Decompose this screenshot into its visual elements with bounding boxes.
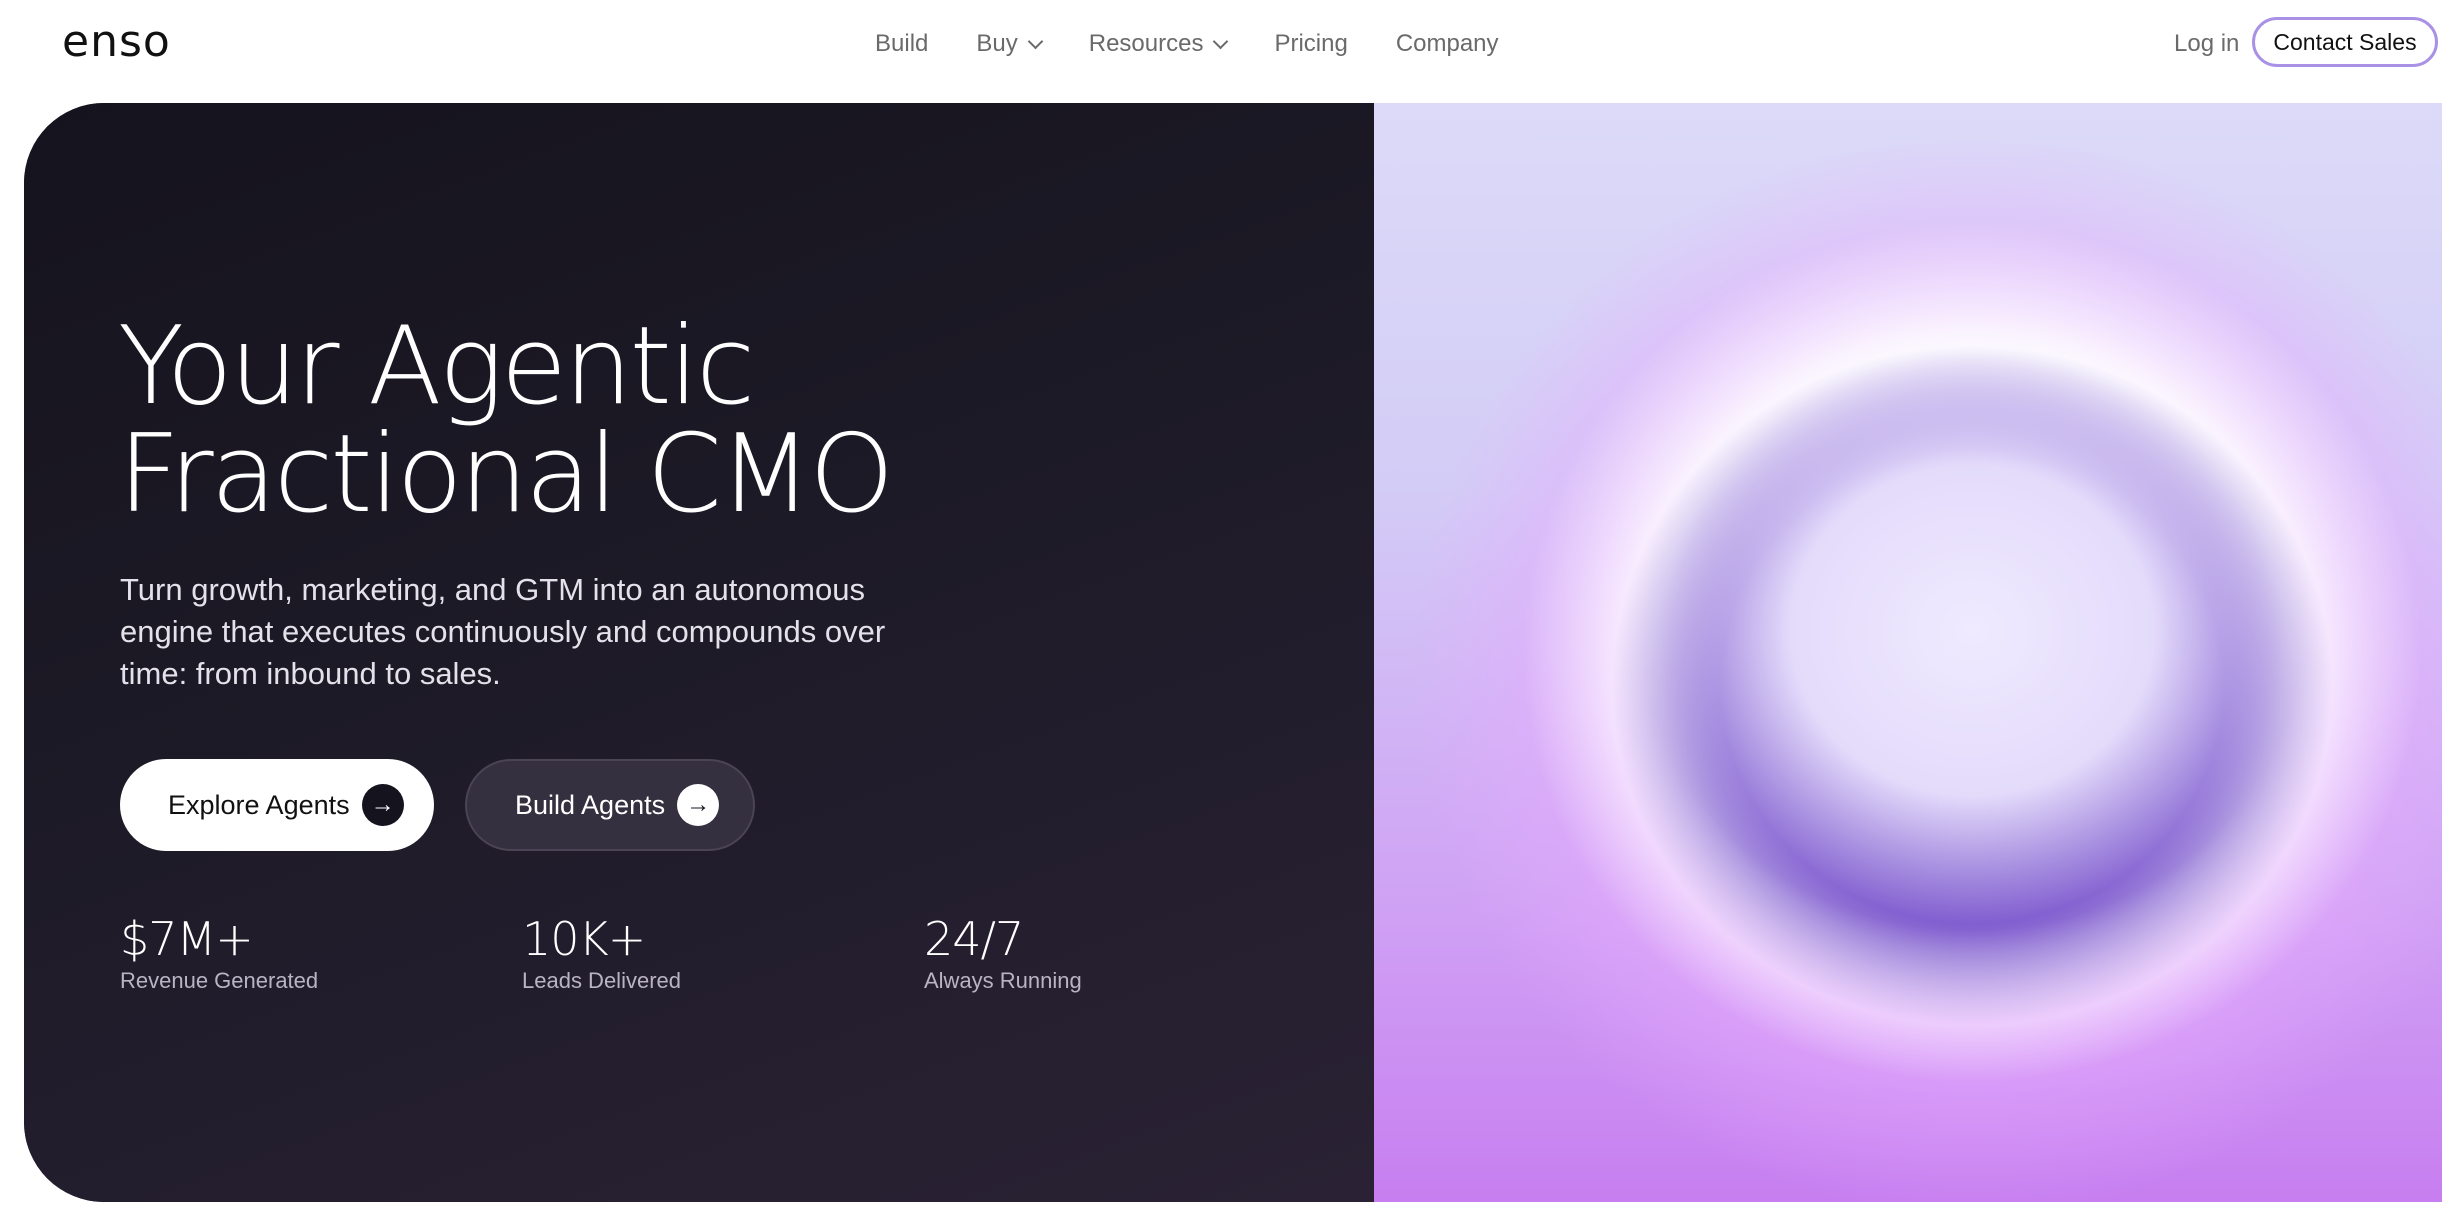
enso-logo[interactable]: enso (62, 12, 171, 72)
hero-orb-image (1374, 103, 2442, 1202)
arrow-right-icon: → (677, 784, 720, 826)
nav-item-label: Company (1395, 30, 1499, 57)
stat-leads: 10K+ Leads Delivered (522, 911, 681, 995)
nav-links: Build Buy Resources Pricing Company (875, 22, 1547, 66)
nav-item-resources[interactable]: Resources (1088, 30, 1229, 58)
nav-item-buy[interactable]: Buy (976, 30, 1044, 58)
nav-item-label: Pricing (1274, 30, 1348, 57)
stat-value: $7M+ (120, 912, 254, 966)
stat-value: 24/7 (924, 912, 1024, 966)
hero-headline: Your Agentic Fractional CMO (118, 313, 1218, 529)
contact-sales-button[interactable]: Contact Sales (2252, 17, 2438, 67)
stat-value: 10K+ (522, 912, 646, 966)
explore-agents-button[interactable]: Explore Agents → (120, 759, 434, 851)
hero-section: Your Agentic Fractional CMO Turn growth,… (24, 103, 2442, 1202)
hero-subtitle: Turn growth, marketing, and GTM into an … (120, 572, 886, 691)
arrow-right-icon: → (361, 784, 404, 826)
chevron-down-icon (1213, 33, 1229, 49)
stat-label: Leads Delivered (522, 968, 681, 993)
page: enso Build Buy Resources Pricing Company… (0, 0, 2442, 1211)
top-nav: enso Build Buy Resources Pricing Company… (0, 0, 2442, 88)
stat-revenue: $7M+ Revenue Generated (120, 911, 318, 995)
nav-item-build[interactable]: Build (875, 30, 928, 58)
chevron-down-icon (1027, 33, 1044, 49)
stat-label: Always Running (924, 968, 1082, 993)
login-link[interactable]: Log in (2174, 22, 2239, 66)
stat-label: Revenue Generated (120, 968, 319, 993)
nav-item-label: Resources (1088, 30, 1204, 57)
stat-uptime: 24/7 Always Running (924, 911, 1082, 995)
button-label: Build Agents (515, 789, 666, 820)
headline-line-2: Fractional CMO (118, 412, 894, 537)
nav-item-company[interactable]: Company (1396, 30, 1499, 58)
headline-line-1: Your Agentic (118, 304, 755, 429)
button-label: Explore Agents (168, 789, 350, 820)
nav-item-label: Buy (976, 30, 1018, 57)
nav-item-pricing[interactable]: Pricing (1274, 30, 1347, 58)
nav-item-label: Build (875, 30, 929, 57)
build-agents-button[interactable]: Build Agents → (465, 759, 755, 851)
